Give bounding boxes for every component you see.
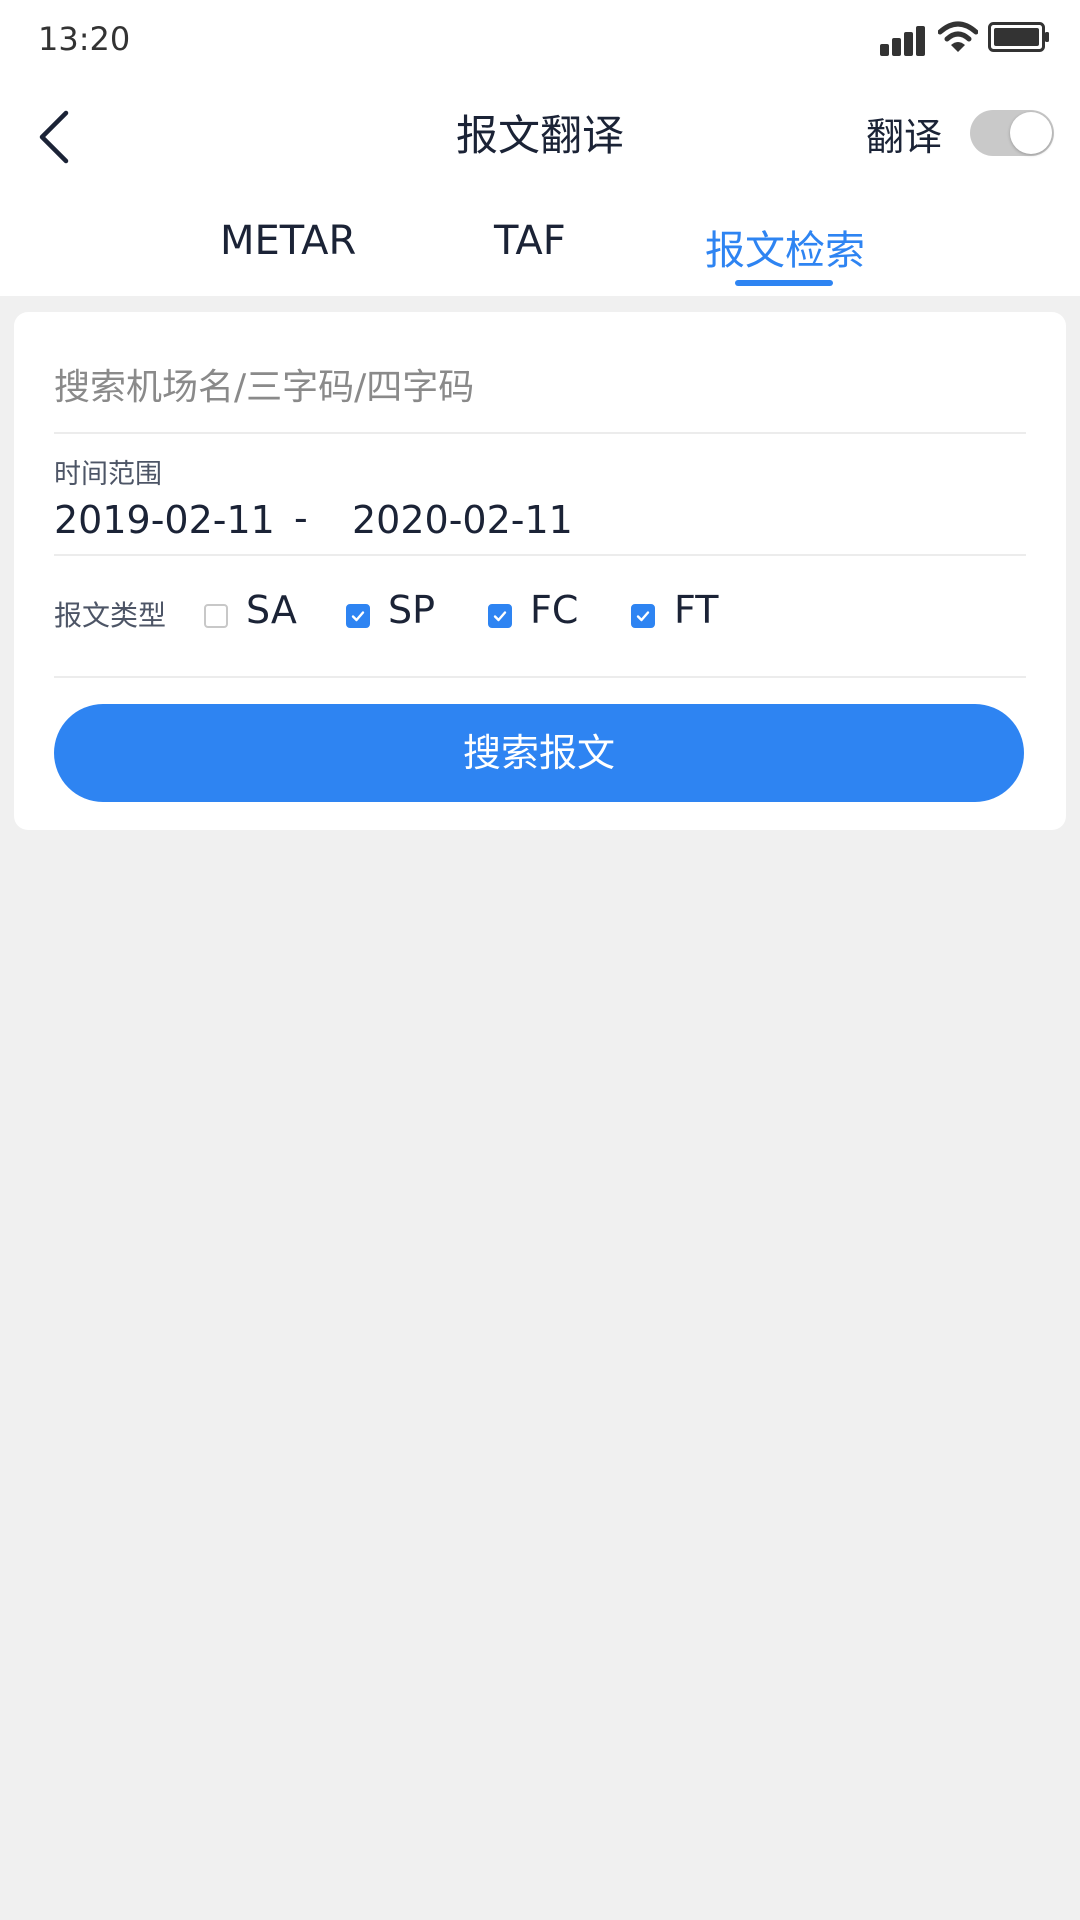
checkbox-sp[interactable]: [346, 604, 370, 628]
status-time: 13:20: [38, 20, 131, 58]
checkbox-sa-label: SA: [246, 588, 297, 632]
status-icons: [880, 20, 1050, 56]
checkbox-ft-label: FT: [674, 588, 719, 632]
start-date[interactable]: 2019-02-11: [54, 498, 275, 542]
divider: [54, 432, 1026, 434]
active-tab-indicator: [735, 280, 833, 286]
checkmark-icon: [636, 611, 650, 622]
date-separator: -: [294, 496, 308, 540]
search-messages-button[interactable]: 搜索报文: [54, 704, 1024, 802]
checkbox-sa[interactable]: [204, 604, 228, 628]
message-type-label: 报文类型: [54, 599, 167, 632]
translate-toggle[interactable]: [970, 110, 1054, 156]
search-card: 时间范围 2019-02-11 - 2020-02-11 报文类型 SA SP …: [14, 312, 1066, 830]
end-date[interactable]: 2020-02-11: [352, 498, 573, 542]
toggle-knob: [1010, 112, 1052, 154]
divider: [54, 676, 1026, 678]
divider: [54, 554, 1026, 556]
battery-icon: [988, 22, 1049, 52]
search-input[interactable]: [54, 352, 1026, 422]
top-panel: 13:20 报文翻译 翻译 METAR TAF 报文检索: [0, 0, 1080, 296]
checkbox-fc[interactable]: [488, 604, 512, 628]
checkbox-fc-label: FC: [530, 588, 579, 632]
checkmark-icon: [351, 611, 365, 622]
checkbox-ft[interactable]: [631, 604, 655, 628]
tab-metar[interactable]: METAR: [220, 218, 356, 264]
checkbox-sp-label: SP: [388, 588, 436, 632]
wifi-icon: [938, 21, 978, 52]
tab-taf[interactable]: TAF: [494, 218, 566, 264]
time-range-label: 时间范围: [54, 459, 162, 490]
tab-message-search[interactable]: 报文检索: [705, 218, 865, 276]
checkmark-icon: [493, 611, 507, 622]
translate-label: 翻译: [866, 115, 943, 159]
